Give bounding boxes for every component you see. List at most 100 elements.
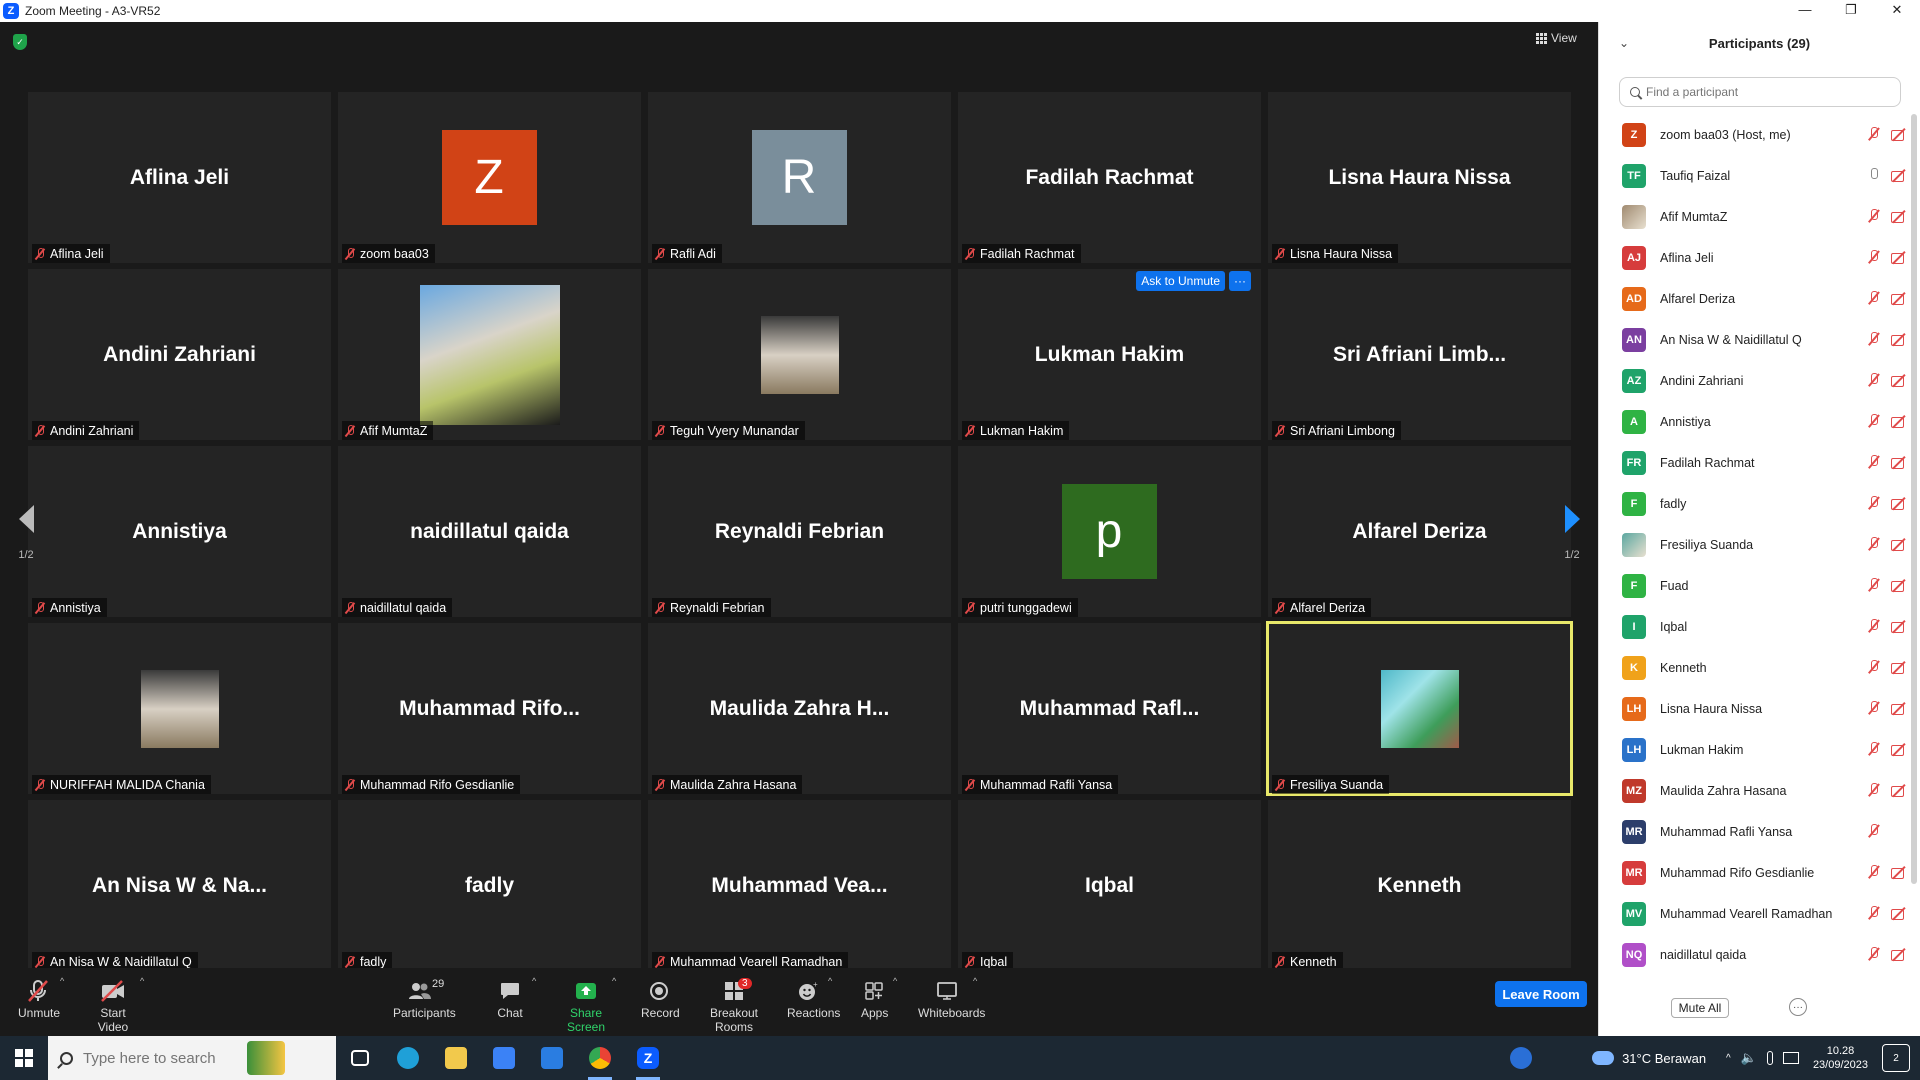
video-off-icon[interactable]	[1891, 374, 1907, 387]
mic-muted-icon[interactable]	[1867, 414, 1881, 428]
taskbar-edge[interactable]	[384, 1036, 432, 1080]
video-tile[interactable]: Maulida Zahra H... Maulida Zahra Hasana	[648, 623, 951, 794]
start-button[interactable]	[0, 1036, 48, 1080]
participant-row[interactable]: MR Muhammad Rafli Yansa	[1599, 811, 1911, 852]
whiteboards-button[interactable]: Whiteboards	[918, 978, 985, 1020]
video-off-icon[interactable]	[1891, 251, 1907, 264]
participant-row[interactable]: A Annistiya	[1599, 401, 1911, 442]
taskbar-store[interactable]	[480, 1036, 528, 1080]
video-tile[interactable]: Teguh Vyery Munandar	[648, 269, 951, 440]
video-off-icon[interactable]	[1891, 743, 1907, 756]
video-tile[interactable]: R Rafli Adi	[648, 92, 951, 263]
video-tile[interactable]: Muhammad Rifo... Muhammad Rifo Gesdianlie	[338, 623, 641, 794]
restore-button[interactable]: ❐	[1828, 0, 1874, 22]
volume-icon[interactable]: 🔈	[1741, 1050, 1757, 1066]
video-off-icon[interactable]	[1891, 497, 1907, 510]
unmute-button[interactable]: Unmute	[18, 978, 60, 1020]
taskbar-file-explorer[interactable]	[432, 1036, 480, 1080]
video-tile[interactable]: Annistiya Annistiya	[28, 446, 331, 617]
video-off-icon[interactable]	[1891, 210, 1907, 223]
participant-row[interactable]: FR Fadilah Rachmat	[1599, 442, 1911, 483]
help-icon[interactable]	[1510, 1047, 1533, 1069]
mic-muted-icon[interactable]	[1867, 250, 1881, 264]
video-off-icon[interactable]	[1891, 128, 1907, 141]
participant-row[interactable]: AJ Aflina Jeli	[1599, 237, 1911, 278]
participant-row[interactable]: Fresiliya Suanda	[1599, 524, 1911, 565]
apps-button[interactable]: Apps	[861, 978, 888, 1020]
video-off-icon[interactable]	[1891, 292, 1907, 305]
participant-row[interactable]: TF Taufiq Faizal	[1599, 155, 1911, 196]
mic-muted-icon[interactable]	[1867, 619, 1881, 633]
mic-muted-icon[interactable]	[1867, 455, 1881, 469]
view-button[interactable]: View	[1536, 31, 1577, 45]
video-tile[interactable]: Iqbal Iqbal	[958, 800, 1261, 971]
participant-row[interactable]: AZ Andini Zahriani	[1599, 360, 1911, 401]
video-off-icon[interactable]	[1891, 620, 1907, 633]
reactions-button[interactable]: + Reactions	[787, 978, 840, 1020]
chat-options-caret-icon[interactable]: ^	[532, 976, 536, 986]
weather-widget[interactable]: 31°C Berawan	[1592, 1051, 1706, 1066]
breakout-rooms-button[interactable]: 3 Breakout Rooms	[698, 978, 770, 1034]
mic-muted-icon[interactable]	[1867, 701, 1881, 715]
participant-list-scrollbar[interactable]	[1911, 114, 1917, 884]
chat-button[interactable]: Chat	[496, 978, 524, 1020]
participant-row[interactable]: AD Alfarel Deriza	[1599, 278, 1911, 319]
share-options-caret-icon[interactable]: ^	[612, 976, 616, 986]
video-off-icon[interactable]	[1891, 538, 1907, 551]
participant-row[interactable]: MV Muhammad Vearell Ramadhan	[1599, 893, 1911, 934]
minimize-button[interactable]: —	[1782, 0, 1828, 22]
taskbar-clock[interactable]: 10.28 23/09/2023	[1813, 1044, 1868, 1072]
mic-muted-icon[interactable]	[1867, 291, 1881, 305]
video-tile[interactable]: Aflina Jeli Aflina Jeli	[28, 92, 331, 263]
video-tile[interactable]: Sri Afriani Limb... Sri Afriani Limbong	[1268, 269, 1571, 440]
video-off-icon[interactable]	[1891, 866, 1907, 879]
reactions-options-caret-icon[interactable]: ^	[828, 976, 832, 986]
mic-muted-icon[interactable]	[1867, 660, 1881, 674]
video-tile[interactable]: Fadilah Rachmat Fadilah Rachmat	[958, 92, 1261, 263]
mute-all-button[interactable]: Mute All	[1671, 998, 1729, 1018]
mic-muted-icon[interactable]	[1867, 906, 1881, 920]
participant-row[interactable]: Zzoom baa03 (Host, me)	[1599, 114, 1911, 155]
participant-row[interactable]: K Kenneth	[1599, 647, 1911, 688]
more-options-button[interactable]: ···	[1789, 998, 1807, 1016]
video-tile[interactable]: Lisna Haura Nissa Lisna Haura Nissa	[1268, 92, 1571, 263]
video-off-icon[interactable]	[1891, 456, 1907, 469]
video-off-icon[interactable]	[1891, 415, 1907, 428]
participants-button[interactable]: 29 Participants	[393, 978, 456, 1020]
participant-row[interactable]: MR Muhammad Rifo Gesdianlie	[1599, 852, 1911, 893]
video-tile[interactable]: Lukman Hakim Ask to Unmute ··· Lukman Hakim	[958, 269, 1261, 440]
video-tile[interactable]: Reynaldi Febrian Reynaldi Febrian	[648, 446, 951, 617]
participant-row[interactable]: LH Lukman Hakim	[1599, 729, 1911, 770]
participant-row[interactable]: F Fuad	[1599, 565, 1911, 606]
video-off-icon[interactable]	[1891, 169, 1907, 182]
video-tile[interactable]: Fresiliya Suanda	[1266, 621, 1573, 796]
mic-muted-icon[interactable]	[1867, 865, 1881, 879]
ask-to-unmute-button[interactable]: Ask to Unmute	[1136, 271, 1225, 291]
video-tile[interactable]: Zzoom baa03	[338, 92, 641, 263]
video-tile[interactable]: Andini Zahriani Andini Zahriani	[28, 269, 331, 440]
microphone-icon[interactable]	[1766, 1051, 1773, 1065]
leave-room-button[interactable]: Leave Room	[1495, 981, 1587, 1007]
video-tile[interactable]: Muhammad Rafl... Muhammad Rafli Yansa	[958, 623, 1261, 794]
video-tile[interactable]: Afif MumtaZ	[338, 269, 641, 440]
mic-muted-icon[interactable]	[1867, 537, 1881, 551]
network-icon[interactable]	[1782, 1052, 1799, 1064]
start-video-button[interactable]: Start Video	[88, 978, 138, 1034]
participant-row[interactable]: Ffadly	[1599, 483, 1911, 524]
video-off-icon[interactable]	[1891, 702, 1907, 715]
video-off-icon[interactable]	[1891, 948, 1907, 961]
mic-muted-icon[interactable]	[1867, 824, 1881, 838]
video-tile[interactable]: naidillatul qaida naidillatul qaida	[338, 446, 641, 617]
video-tile[interactable]: p putri tunggadewi	[958, 446, 1261, 617]
next-page-button[interactable]: 1/2	[1549, 483, 1595, 573]
video-off-icon[interactable]	[1891, 579, 1907, 592]
video-tile[interactable]: Alfarel Deriza Alfarel Deriza	[1268, 446, 1571, 617]
taskbar-mail[interactable]	[528, 1036, 576, 1080]
video-tile[interactable]: Muhammad Vea... Muhammad Vearell Ramadhan	[648, 800, 951, 971]
video-options-caret-icon[interactable]: ^	[140, 976, 144, 986]
mic-muted-icon[interactable]	[1867, 373, 1881, 387]
mic-muted-icon[interactable]	[1867, 127, 1881, 141]
taskbar-chrome[interactable]	[576, 1036, 624, 1080]
participant-row[interactable]: I Iqbal	[1599, 606, 1911, 647]
apps-options-caret-icon[interactable]: ^	[893, 976, 897, 986]
